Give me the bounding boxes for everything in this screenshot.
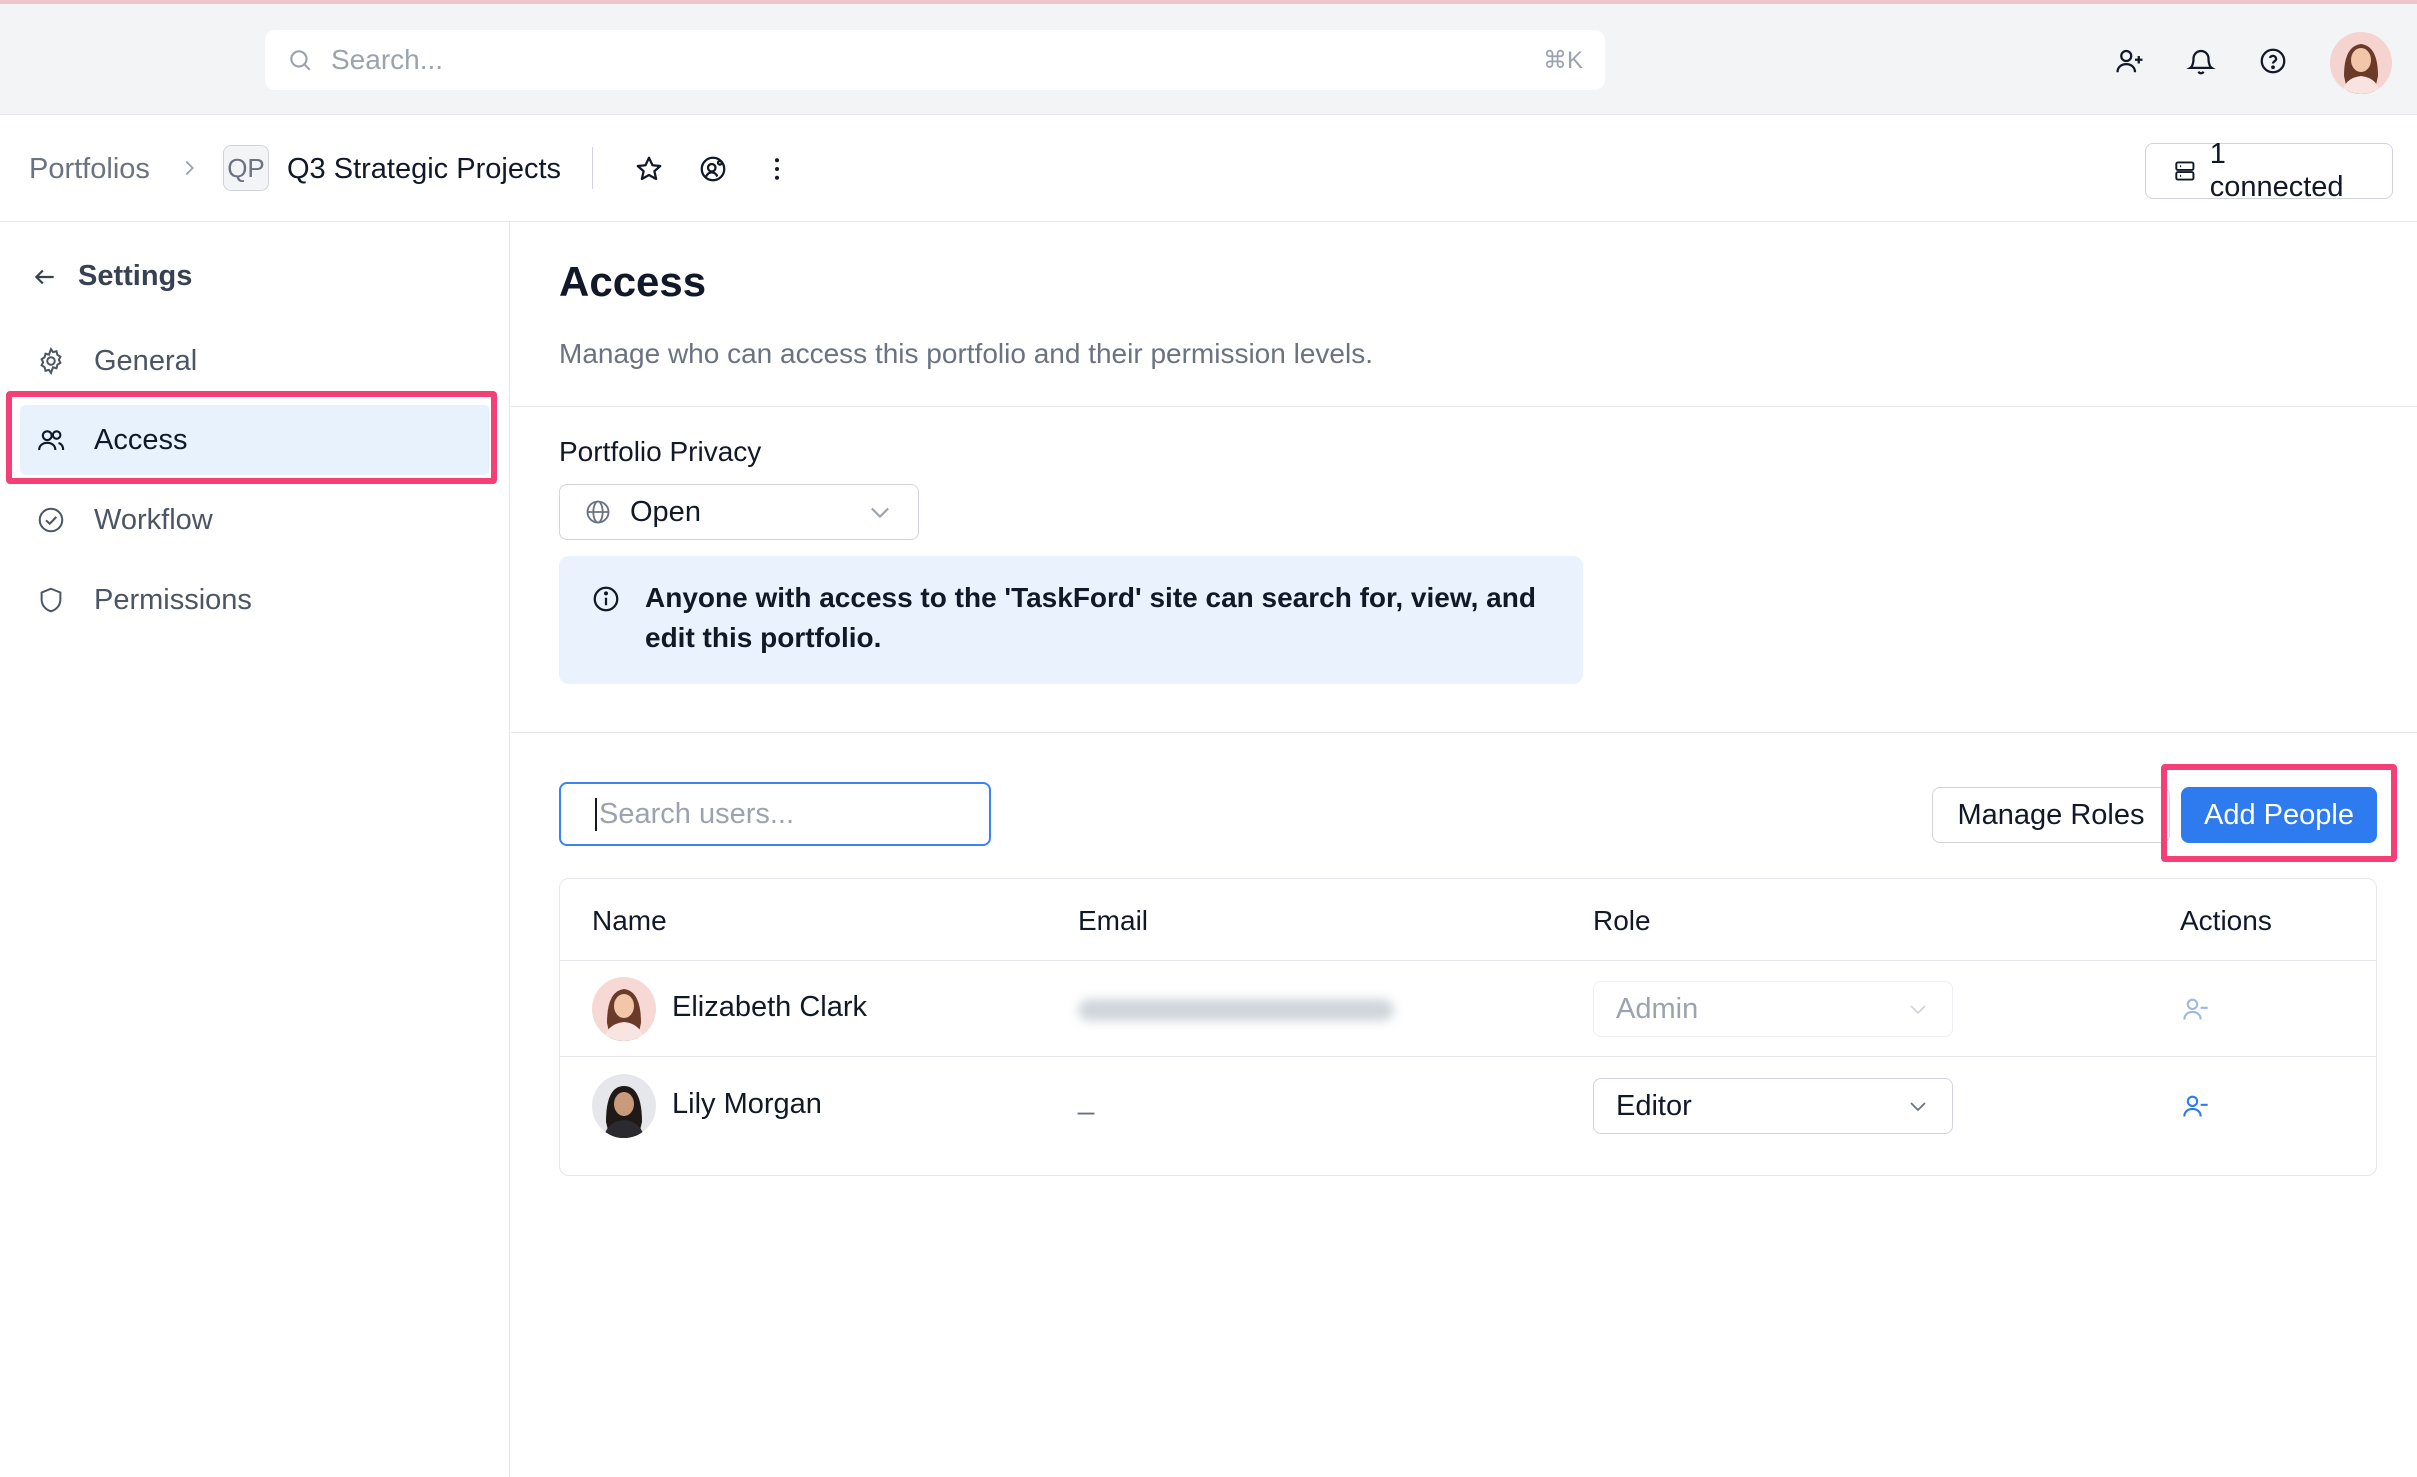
privacy-label: Portfolio Privacy [559,436,762,467]
user-name: Lily Morgan [672,1088,822,1120]
connected-label: 1 connected [2209,138,2344,203]
column-header-role: Role [1593,905,1651,936]
sidebar-item-label: Permissions [94,583,252,616]
globe-icon [586,500,610,524]
global-search[interactable]: Search... ⌘K [265,30,1605,90]
add-people-button[interactable]: Add People [2181,787,2377,843]
notifications-button[interactable] [2184,44,2218,78]
remove-user-button [2180,993,2212,1025]
breadcrumb-portfolios[interactable]: Portfolios [29,153,150,186]
user-email: _ [1078,1084,1095,1116]
project-name[interactable]: Q3 Strategic Projects [287,153,561,186]
role-value: Admin [1616,992,1699,1025]
add-user-icon [2116,49,2143,73]
bell-icon [2186,49,2216,75]
sidebar-item-general[interactable]: General [20,326,490,396]
connected-button[interactable]: 1 connected [2145,138,2393,203]
settings-sidebar: Settings General Access Workflow Permiss… [0,222,510,1477]
chevron-down-icon [1910,1102,1926,1112]
divider [511,732,2417,733]
avatar-image [592,977,656,1041]
user-name: Elizabeth Clark [672,991,868,1023]
user-settings-icon [700,156,726,182]
privacy-select[interactable]: Open [559,484,919,540]
email-redacted [1078,999,1394,1021]
gear-icon [40,346,62,376]
sidebar-item-workflow[interactable]: Workflow [20,485,490,555]
top-bar: Search... ⌘K [0,0,2417,115]
back-to-settings[interactable]: Settings [32,260,192,293]
chevron-down-icon [1910,1005,1926,1015]
table-row: Lily Morgan _ Editor [560,1058,2376,1154]
access-settings-panel: Access Manage who can access this portfo… [511,222,2417,1477]
avatar [592,1074,656,1138]
user-search-box[interactable] [559,782,991,846]
role-select[interactable]: Editor [1593,1078,1953,1134]
chevron-right-icon [185,160,194,176]
remove-user-button[interactable] [2180,1090,2212,1122]
avatar-image [592,1074,656,1138]
privacy-info-text: Anyone with access to the 'TaskFord' sit… [645,582,1536,653]
check-circle-icon [38,507,64,533]
privacy-info-box: Anyone with access to the 'TaskFord' sit… [559,556,1583,684]
server-icon [2175,161,2195,181]
remove-user-icon [2183,1095,2208,1117]
sidebar-item-access[interactable]: Access [20,405,490,475]
sidebar-item-label: Access [94,423,188,456]
remove-user-icon [2183,998,2208,1020]
header-divider [592,147,593,189]
info-icon [593,586,619,612]
sidebar-item-label: Workflow [94,503,213,536]
column-header-actions: Actions [2180,905,2272,936]
more-vertical-icon [775,158,779,180]
follow-button[interactable] [697,153,729,185]
global-search-placeholder: Search... [331,44,444,75]
column-header-email: Email [1078,905,1149,936]
role-value: Editor [1616,1089,1692,1122]
column-header-name: Name [592,905,667,936]
more-options-button[interactable] [761,153,793,185]
privacy-value: Open [630,495,701,528]
user-search-input[interactable] [595,797,976,831]
shield-icon [40,587,62,613]
avatar-image [2330,32,2392,94]
page-description: Manage who can access this portfolio and… [559,338,1373,369]
user-avatar[interactable] [2330,32,2392,94]
users-table: Name Email Role Actions Elizabeth Clark … [559,878,2377,1176]
table-header-row: Name Email Role Actions [560,879,2376,961]
role-select: Admin [1593,981,1953,1037]
sub-header: Portfolios QP Q3 Strategic Projects 1 co… [0,115,2417,222]
divider [511,406,2417,407]
manage-roles-button[interactable]: Manage Roles [1932,787,2170,843]
help-icon [2260,48,2286,74]
chevron-down-icon [871,507,889,519]
users-icon [38,430,65,451]
help-button[interactable] [2256,44,2290,78]
project-badge: QP [223,145,269,191]
search-icon [290,50,311,71]
invite-user-button[interactable] [2113,44,2147,78]
sidebar-item-label: General [94,344,198,377]
sidebar-item-permissions[interactable]: Permissions [20,565,490,635]
search-shortcut: ⌘K [1542,46,1583,74]
star-icon [636,156,662,181]
settings-heading: Settings [78,260,193,292]
table-row: Elizabeth Clark Admin [560,961,2376,1057]
avatar [592,977,656,1041]
favorite-button[interactable] [633,153,665,185]
arrow-left-icon [34,269,54,284]
page-title: Access [559,258,707,305]
